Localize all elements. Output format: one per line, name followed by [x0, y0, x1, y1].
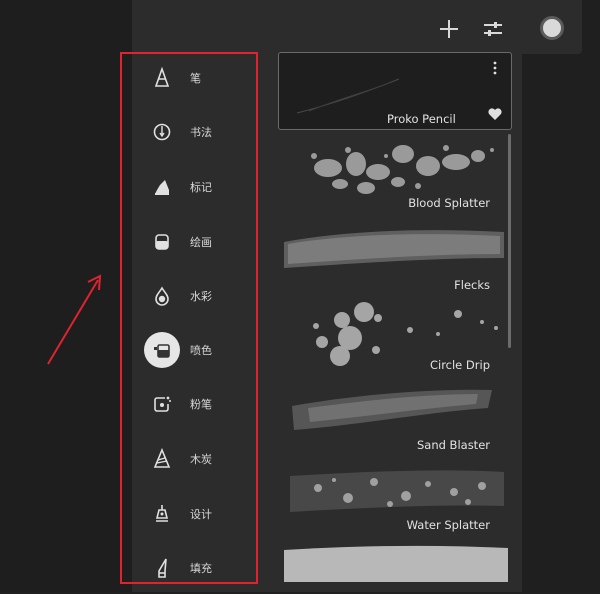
brush-item-flecks[interactable]: Flecks [278, 218, 512, 296]
fill-brush-icon [144, 550, 180, 586]
brush-item-water-splatter[interactable]: Water Splatter [278, 458, 512, 536]
chalk-icon [144, 386, 180, 422]
paint-jar-icon [144, 224, 180, 260]
brush-category-list: 笔 书法 标记 绘画 水彩 喷色 粉笔 木炭 设计 填充 [132, 52, 260, 584]
design-pen-icon [144, 496, 180, 532]
spray-can-icon [144, 332, 180, 368]
category-pencil[interactable]: 笔 [132, 56, 260, 104]
brush-name: Flecks [454, 278, 490, 292]
brush-stroke-preview [284, 545, 508, 582]
brush-name: Circle Drip [429, 358, 490, 372]
category-design[interactable]: 设计 [132, 492, 260, 540]
category-spray[interactable]: 喷色 [132, 328, 260, 376]
category-label: 喷色 [190, 344, 212, 357]
category-label: 笔 [190, 72, 201, 85]
category-label: 水彩 [190, 290, 212, 303]
plus-icon[interactable] [436, 16, 462, 42]
category-label: 书法 [190, 126, 212, 139]
category-calligraphy[interactable]: 书法 [132, 110, 260, 158]
category-charcoal[interactable]: 木炭 [132, 437, 260, 485]
brush-item-circle-drip[interactable]: Circle Drip [278, 298, 512, 376]
brush-list: Proko Pencil Blood Splatter Flecks Circl… [278, 52, 514, 592]
charcoal-icon [144, 441, 180, 477]
marker-icon [144, 169, 180, 205]
brush-item-proko-pencil[interactable]: Proko Pencil [278, 52, 512, 130]
pencil-cone-icon [144, 60, 180, 96]
category-label: 填充 [190, 562, 212, 575]
category-label: 粉笔 [190, 398, 212, 411]
brush-name: Water Splatter [406, 518, 490, 532]
canvas-area [0, 0, 132, 592]
brush-item-partial[interactable] [278, 542, 512, 592]
brush-item-sand-blaster[interactable]: Sand Blaster [278, 378, 512, 456]
category-watercolor[interactable]: 水彩 [132, 274, 260, 322]
brush-name: Sand Blaster [416, 438, 490, 452]
category-label: 木炭 [190, 453, 212, 466]
sliders-icon[interactable] [480, 16, 506, 42]
category-fill[interactable]: 填充 [132, 546, 260, 594]
category-label: 绘画 [190, 236, 212, 249]
category-painting[interactable]: 绘画 [132, 220, 260, 268]
color-swatch-icon[interactable] [540, 16, 564, 40]
brush-item-blood-splatter[interactable]: Blood Splatter [278, 136, 512, 214]
brush-name: Proko Pencil [387, 112, 456, 126]
calligraphy-nib-icon [144, 114, 180, 150]
category-chalk[interactable]: 粉笔 [132, 382, 260, 430]
more-options-icon[interactable] [489, 61, 501, 75]
category-marker[interactable]: 标记 [132, 165, 260, 213]
category-label: 标记 [190, 181, 212, 194]
favorite-heart-icon[interactable] [487, 107, 503, 121]
category-label: 设计 [190, 508, 212, 521]
brush-name: Blood Splatter [408, 196, 490, 210]
brush-list-scrollbar[interactable] [508, 134, 511, 348]
water-drop-icon [144, 278, 180, 314]
